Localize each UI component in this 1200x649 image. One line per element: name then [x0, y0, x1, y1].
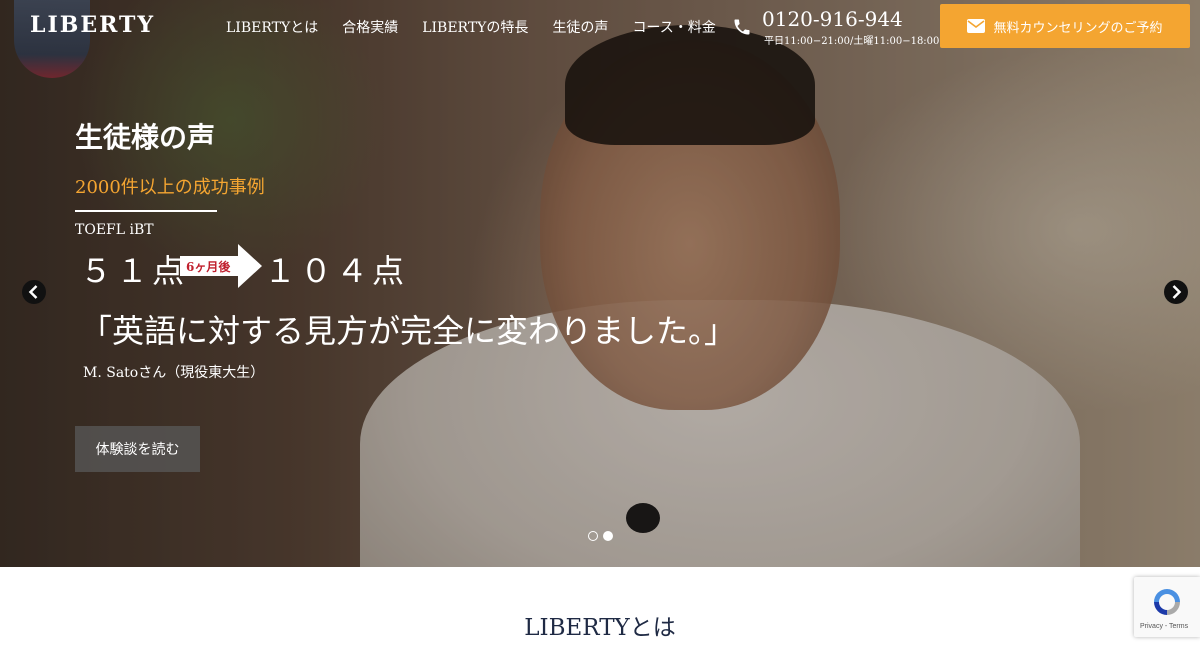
chevron-right-icon: [1172, 285, 1182, 299]
test-name: TOEFL iBT: [75, 222, 154, 238]
recaptcha-icon: [1154, 589, 1180, 615]
nav-item-courses[interactable]: コース・料金: [632, 17, 715, 37]
hero-title: 生徒様の声: [75, 121, 216, 154]
nav-item-features[interactable]: LIBERTYの特長: [422, 17, 528, 37]
main-nav: LIBERTYとは 合格実績 LIBERTYの特長 生徒の声 コース・料金: [226, 17, 716, 37]
logo-text[interactable]: LIBERTY: [30, 12, 155, 38]
duration-label: 6ヶ月後: [186, 260, 231, 274]
recaptcha-links[interactable]: Privacy - Terms: [1140, 623, 1188, 630]
score-after: １０４点: [264, 252, 409, 290]
envelope-icon: [967, 19, 986, 33]
chevron-left-icon: [28, 285, 38, 299]
nav-item-voices[interactable]: 生徒の声: [552, 17, 608, 37]
free-counseling-button[interactable]: 無料カウンセリングのご予約: [940, 4, 1190, 48]
phone-number[interactable]: 0120-916-944: [762, 7, 903, 31]
slider-prev-button[interactable]: [22, 280, 46, 304]
slider-dot-2[interactable]: [603, 531, 613, 541]
slider-next-button[interactable]: [1164, 280, 1188, 304]
hero-subtitle: 2000件以上の成功事例: [75, 177, 265, 198]
phone-icon: [734, 19, 750, 35]
slider-dot-1[interactable]: [588, 531, 598, 541]
read-story-button[interactable]: 体験談を読む: [75, 426, 200, 472]
hero-divider: [75, 210, 217, 212]
section-title-about: LIBERTYとは: [524, 615, 676, 641]
nav-item-results[interactable]: 合格実績: [342, 17, 398, 37]
recaptcha-badge[interactable]: Privacy - Terms: [1134, 577, 1200, 637]
nav-item-about[interactable]: LIBERTYとは: [226, 17, 318, 37]
testimonial-quote: 「英語に対する見方が完全に変わりました。」: [80, 312, 737, 350]
testimonial-author: M. Satoさん（現役東大生）: [83, 365, 265, 381]
slider-dots: [588, 531, 613, 541]
score-before: ５１点: [80, 252, 189, 290]
phone-hours: 平日11:00−21:00/土曜11:00−18:00: [764, 36, 940, 47]
free-counseling-label: 無料カウンセリングのご予約: [993, 20, 1163, 36]
